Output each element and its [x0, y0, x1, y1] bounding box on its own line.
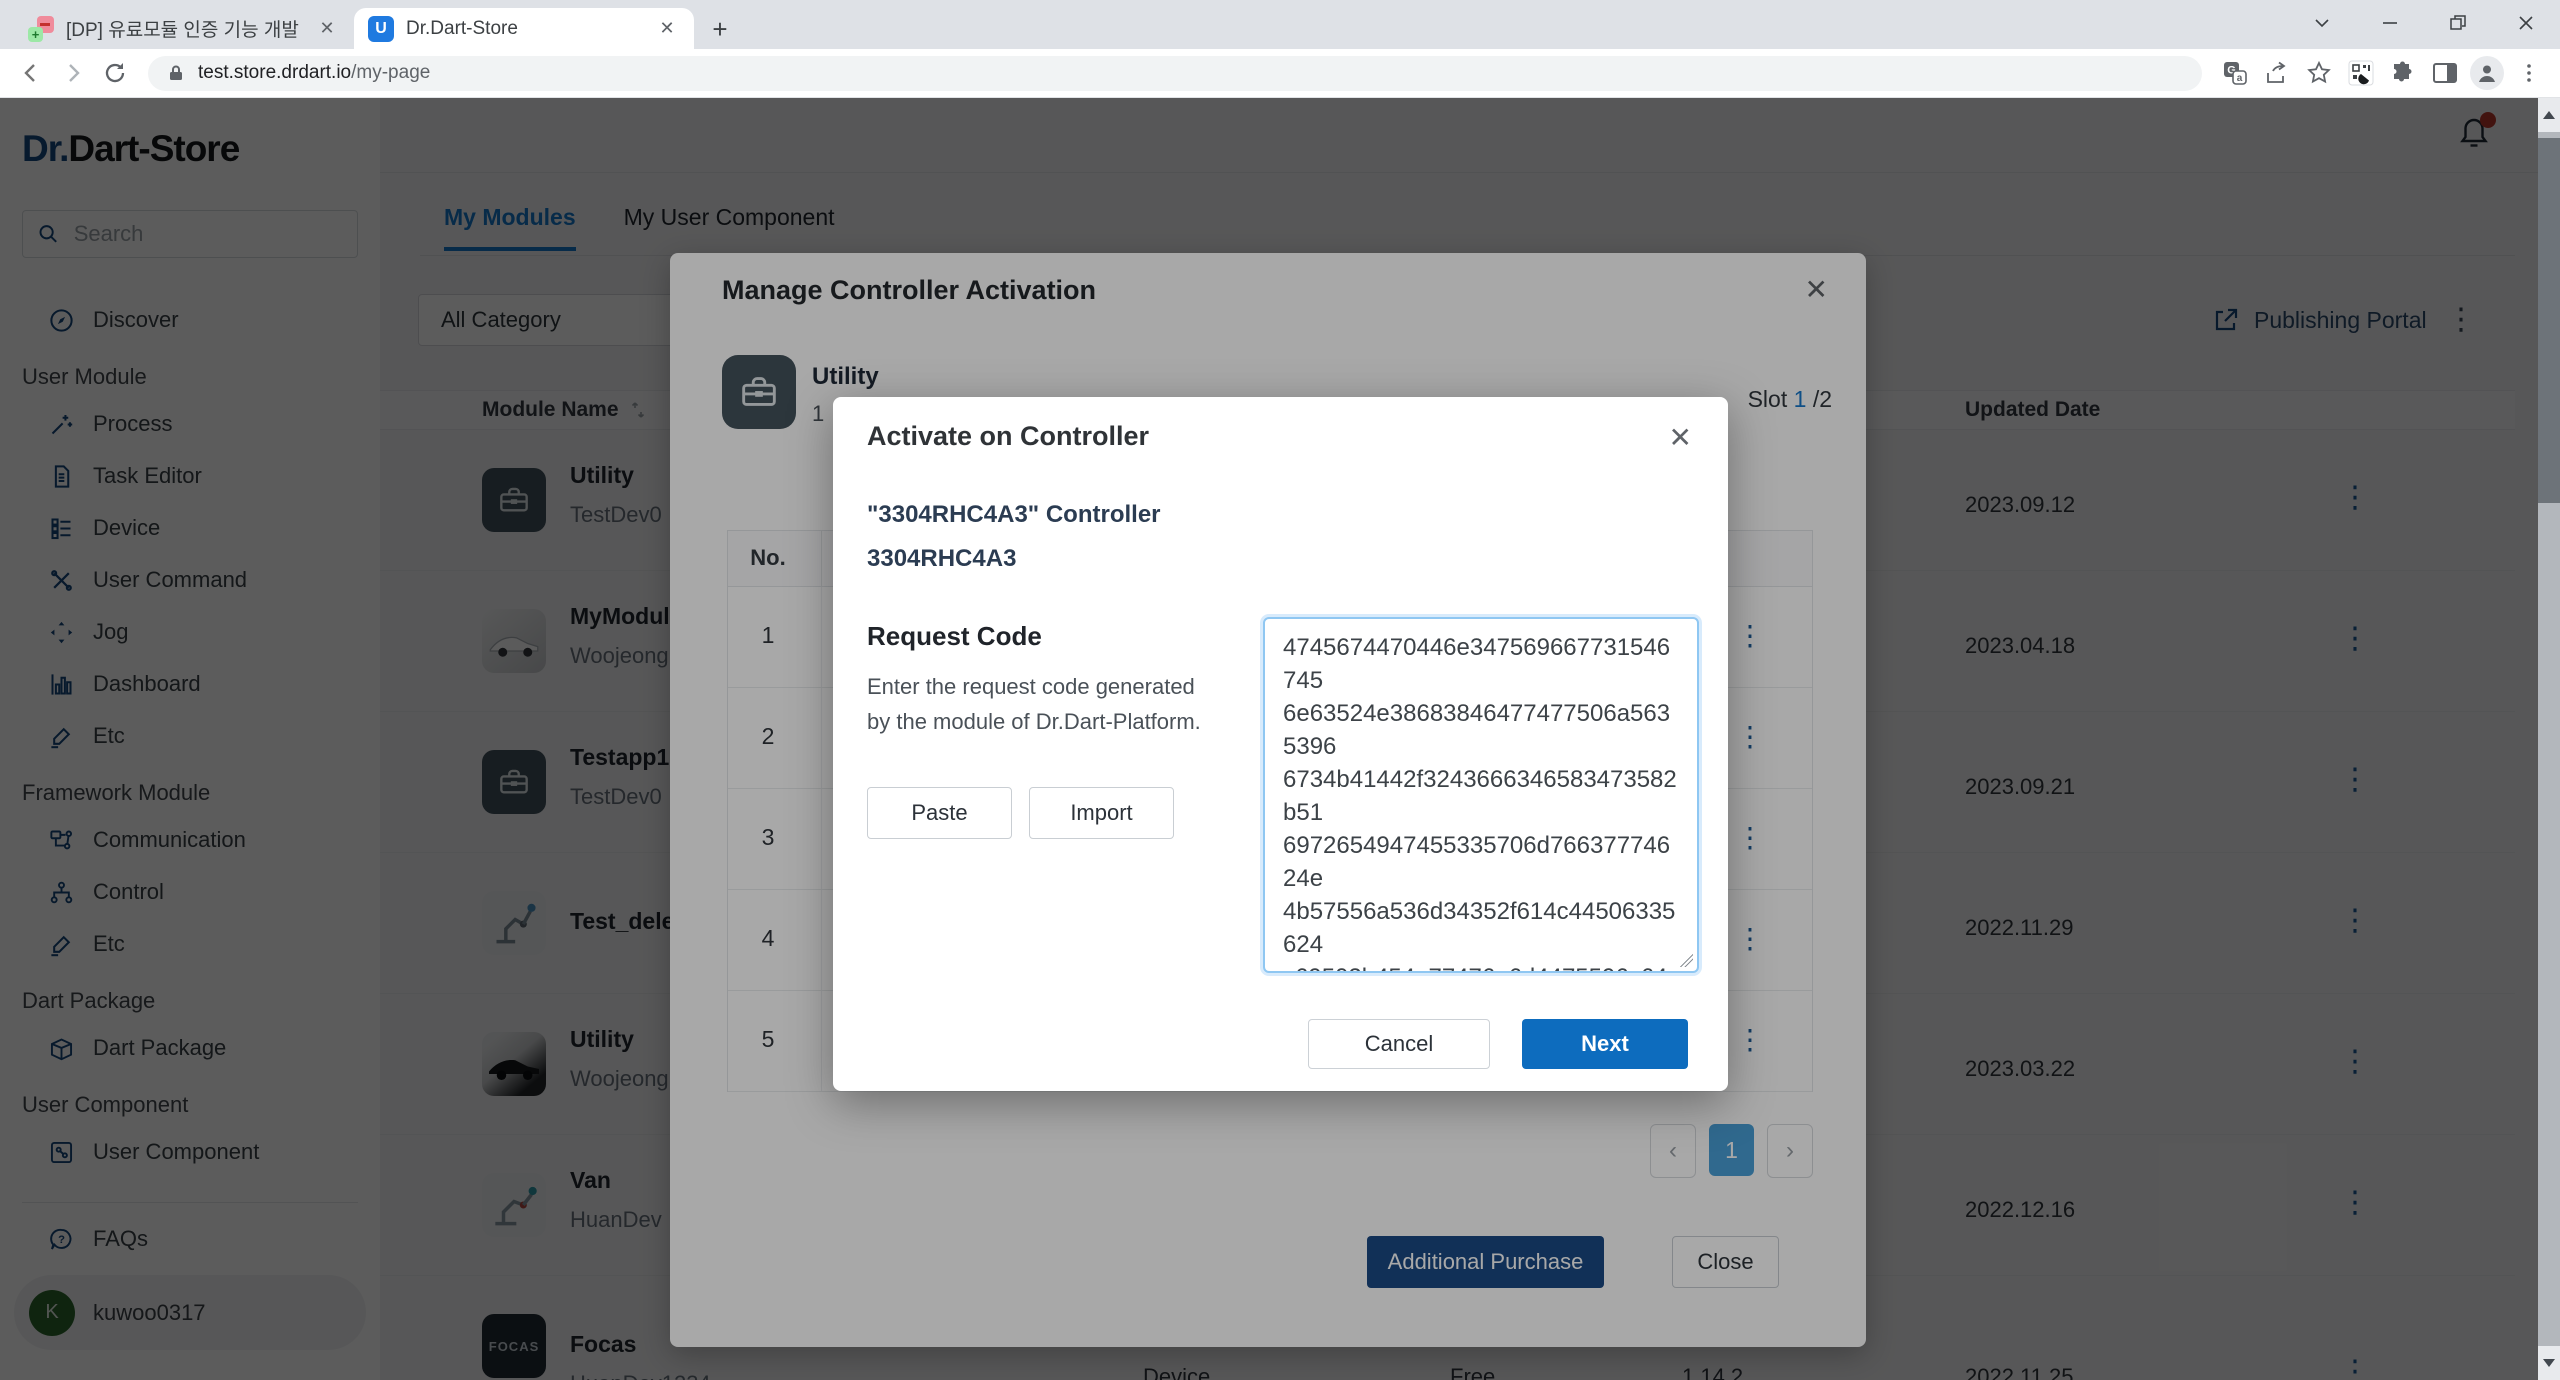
tab-title: Dr.Dart-Store — [406, 18, 642, 40]
request-code-label: Request Code — [867, 621, 1042, 652]
cancel-button[interactable]: Cancel — [1308, 1019, 1490, 1069]
request-code-textarea[interactable]: 4745674470446e347569667731546745 6e63524… — [1263, 617, 1699, 973]
url-host: test.store.drdart.io — [198, 62, 351, 83]
tab-close-icon[interactable]: ✕ — [654, 16, 680, 42]
new-tab-button[interactable]: + — [700, 9, 740, 49]
modal-title: Activate on Controller — [867, 421, 1149, 452]
forward-icon[interactable] — [52, 52, 94, 94]
browser-tab-strip: + [DP] 유료모듈 인증 기능 개발 (Ic ✕ U Dr.Dart-Sto… — [0, 0, 2560, 49]
tab-title: [DP] 유료모듈 인증 기능 개발 (Ic — [66, 15, 302, 42]
request-code-hint: Enter the request code generated by the … — [867, 669, 1217, 739]
profile-avatar[interactable] — [2466, 52, 2508, 94]
controller-title: "3304RHC4A3" Controller — [867, 501, 1161, 529]
import-button[interactable]: Import — [1029, 787, 1174, 839]
address-bar[interactable]: test.store.drdart.io/my-page — [148, 56, 2202, 91]
svg-text:a: a — [2237, 73, 2243, 84]
paste-button[interactable]: Paste — [867, 787, 1012, 839]
lock-icon — [166, 63, 186, 83]
scrollbar-thumb[interactable] — [2538, 138, 2560, 503]
controller-id: 3304RHC4A3 — [867, 545, 1016, 573]
window-minimize-button[interactable] — [2356, 0, 2424, 46]
browser-tab-jira[interactable]: + [DP] 유료모듈 인증 기능 개발 (Ic ✕ — [14, 8, 354, 49]
browser-menu-kebab-icon[interactable] — [2508, 52, 2550, 94]
side-panel-icon[interactable] — [2424, 52, 2466, 94]
drdart-store-favicon: U — [368, 16, 394, 42]
next-button[interactable]: Next — [1522, 1019, 1688, 1069]
browser-toolbar: test.store.drdart.io/my-page Ga — [0, 49, 2560, 98]
page-scrollbar[interactable] — [2538, 98, 2560, 1380]
url-path: /my-page — [351, 62, 430, 83]
reload-icon[interactable] — [94, 52, 136, 94]
back-icon[interactable] — [10, 52, 52, 94]
translate-icon[interactable]: Ga — [2214, 52, 2256, 94]
scroll-down-icon[interactable] — [2538, 1346, 2560, 1380]
page-viewport: Dr.Dart-Store DiscoverUser ModuleProcess… — [0, 98, 2538, 1380]
activate-on-controller-modal: Activate on Controller ✕ "3304RHC4A3" Co… — [833, 397, 1728, 1091]
jira-favicon: + — [28, 16, 54, 42]
window-chevron-icon[interactable] — [2288, 0, 2356, 46]
window-restore-button[interactable] — [2424, 0, 2492, 46]
close-icon[interactable]: ✕ — [1669, 421, 1692, 454]
qr-extension-icon[interactable] — [2340, 52, 2382, 94]
scroll-up-icon[interactable] — [2538, 98, 2560, 132]
browser-tab-drdart-store[interactable]: U Dr.Dart-Store ✕ — [354, 8, 694, 49]
bookmark-star-icon[interactable] — [2298, 52, 2340, 94]
window-close-button[interactable] — [2492, 0, 2560, 46]
tab-close-icon[interactable]: ✕ — [314, 16, 340, 42]
extensions-puzzle-icon[interactable] — [2382, 52, 2424, 94]
share-icon[interactable] — [2256, 52, 2298, 94]
